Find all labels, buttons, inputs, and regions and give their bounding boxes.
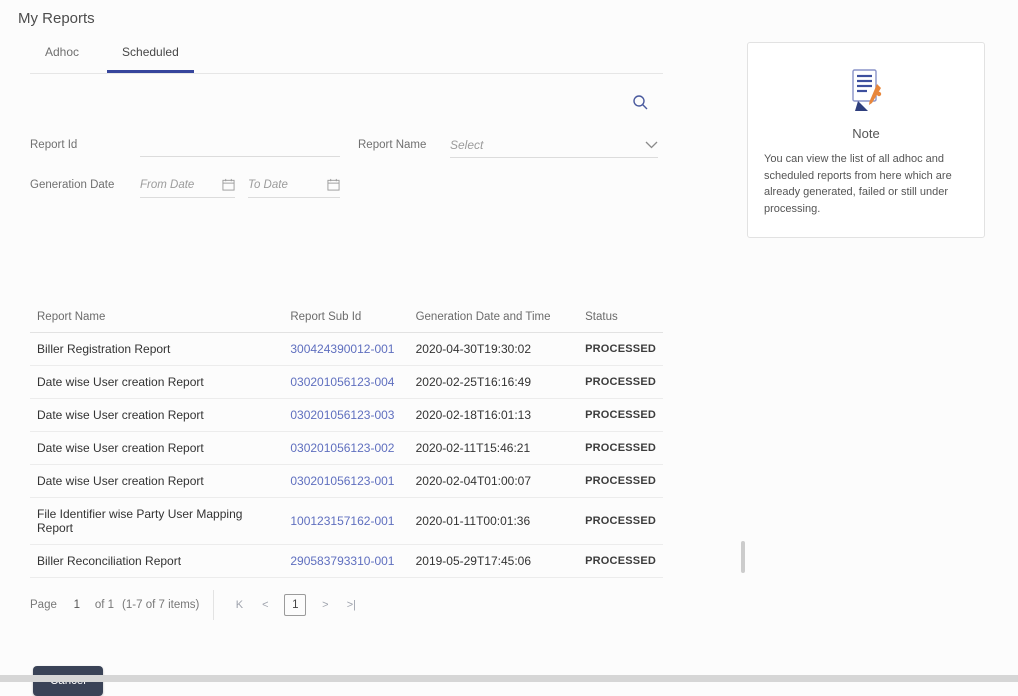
report-table-body: Biller Registration Report 300424390012-… <box>30 332 663 578</box>
table-header-row: Report Name Report Sub Id Generation Dat… <box>30 302 663 333</box>
status-badge: PROCESSED <box>578 464 663 498</box>
report-sub-id-link[interactable]: 300424390012-001 <box>283 332 409 366</box>
current-page-box[interactable]: 1 <box>284 594 307 616</box>
status-badge: PROCESSED <box>578 544 663 578</box>
status-badge: PROCESSED <box>578 365 663 399</box>
column-header-report-name: Report Name <box>30 302 284 333</box>
search-row <box>30 74 663 116</box>
status-badge: PROCESSED <box>578 497 663 545</box>
generation-datetime-cell: 2020-02-18T16:01:13 <box>408 398 579 432</box>
table-row: Biller Reconciliation Report 29058379331… <box>30 544 663 578</box>
filter-panel: Report Id Report Name Select Generation … <box>30 132 663 198</box>
column-header-report-sub-id: Report Sub Id <box>283 302 409 333</box>
report-name-cell: Date wise User creation Report <box>30 464 284 498</box>
prev-page-icon[interactable]: < <box>252 599 278 611</box>
filter-row-2: Generation Date <box>30 172 663 198</box>
scrollbar[interactable] <box>741 541 745 573</box>
report-name-selected-value: Select <box>450 137 484 152</box>
column-header-status: Status <box>578 302 663 333</box>
generation-datetime-cell: 2020-02-25T16:16:49 <box>408 365 579 399</box>
report-sub-id-link[interactable]: 100123157162-001 <box>283 497 409 545</box>
filter-row-1: Report Id Report Name Select <box>30 132 663 158</box>
from-date-field <box>140 172 235 198</box>
table-row: File Identifier wise Party User Mapping … <box>30 497 663 545</box>
to-date-field <box>248 172 340 198</box>
report-name-cell: Date wise User creation Report <box>30 365 284 399</box>
table-row: Date wise User creation Report 030201056… <box>30 431 663 465</box>
generation-datetime-cell: 2020-02-04T01:00:07 <box>408 464 579 498</box>
generation-datetime-cell: 2020-02-11T15:46:21 <box>408 431 579 465</box>
first-page-icon[interactable]: K <box>226 599 252 611</box>
table-row: Biller Registration Report 300424390012-… <box>30 332 663 366</box>
note-title: Note <box>852 126 880 141</box>
report-id-input[interactable] <box>140 133 340 157</box>
page-number-input[interactable] <box>64 599 89 611</box>
report-name-label: Report Name <box>358 139 427 151</box>
chevron-down-icon <box>645 136 658 154</box>
footer-bar <box>0 675 1018 682</box>
page-title: My Reports <box>18 10 95 27</box>
page-label: Page <box>30 599 57 611</box>
tab-bar: Adhoc Scheduled <box>30 33 663 74</box>
report-name-cell: Date wise User creation Report <box>30 398 284 432</box>
report-sub-id-link[interactable]: 030201056123-002 <box>283 431 409 465</box>
calendar-icon[interactable] <box>327 178 340 191</box>
note-body: You can view the list of all adhoc and s… <box>764 153 952 215</box>
last-page-icon[interactable]: >| <box>338 599 364 611</box>
page-of-text: of 1 <box>94 599 115 611</box>
tab-adhoc[interactable]: Adhoc <box>30 39 94 73</box>
next-page-icon[interactable]: > <box>312 599 338 611</box>
report-name-cell: Biller Reconciliation Report <box>30 544 284 578</box>
report-sub-id-link[interactable]: 030201056123-003 <box>283 398 409 432</box>
note-panel: Note You can view the list of all adhoc … <box>747 42 985 238</box>
status-badge: PROCESSED <box>578 332 663 366</box>
report-sub-id-link[interactable]: 030201056123-004 <box>283 365 409 399</box>
report-name-cell: File Identifier wise Party User Mapping … <box>30 497 284 545</box>
pagination-bar: Page of 1 (1-7 of 7 items) K < 1 > >| <box>30 590 663 620</box>
pagination-divider <box>213 590 215 620</box>
table-row: Date wise User creation Report 030201056… <box>30 365 663 399</box>
column-header-generation-date: Generation Date and Time <box>408 302 579 333</box>
status-badge: PROCESSED <box>578 431 663 465</box>
calendar-icon[interactable] <box>222 178 235 191</box>
page-range-text: (1-7 of 7 items) <box>122 599 200 611</box>
reports-main-panel: Adhoc Scheduled Report Id Report Name Se… <box>30 33 663 696</box>
generation-date-label: Generation Date <box>30 179 115 191</box>
report-name-cell: Date wise User creation Report <box>30 431 284 465</box>
content-area: Adhoc Scheduled Report Id Report Name Se… <box>30 33 985 696</box>
table-row: Date wise User creation Report 030201056… <box>30 398 663 432</box>
report-document-icon <box>844 67 888 118</box>
search-icon[interactable] <box>632 94 649 116</box>
generation-datetime-cell: 2019-05-29T17:45:06 <box>408 544 579 578</box>
generation-datetime-cell: 2020-04-30T19:30:02 <box>408 332 579 366</box>
report-name-select[interactable]: Select <box>450 132 658 158</box>
report-sub-id-link[interactable]: 290583793310-001 <box>283 544 409 578</box>
from-date-input[interactable] <box>140 178 200 191</box>
status-badge: PROCESSED <box>578 398 663 432</box>
table-row: Date wise User creation Report 030201056… <box>30 464 663 498</box>
tab-scheduled[interactable]: Scheduled <box>107 39 194 73</box>
reports-table: Report Name Report Sub Id Generation Dat… <box>30 302 663 578</box>
generation-datetime-cell: 2020-01-11T00:01:36 <box>408 497 579 545</box>
to-date-input[interactable] <box>248 178 308 191</box>
report-name-cell: Biller Registration Report <box>30 332 284 366</box>
report-sub-id-link[interactable]: 030201056123-001 <box>283 464 409 498</box>
report-id-label: Report Id <box>30 139 78 151</box>
